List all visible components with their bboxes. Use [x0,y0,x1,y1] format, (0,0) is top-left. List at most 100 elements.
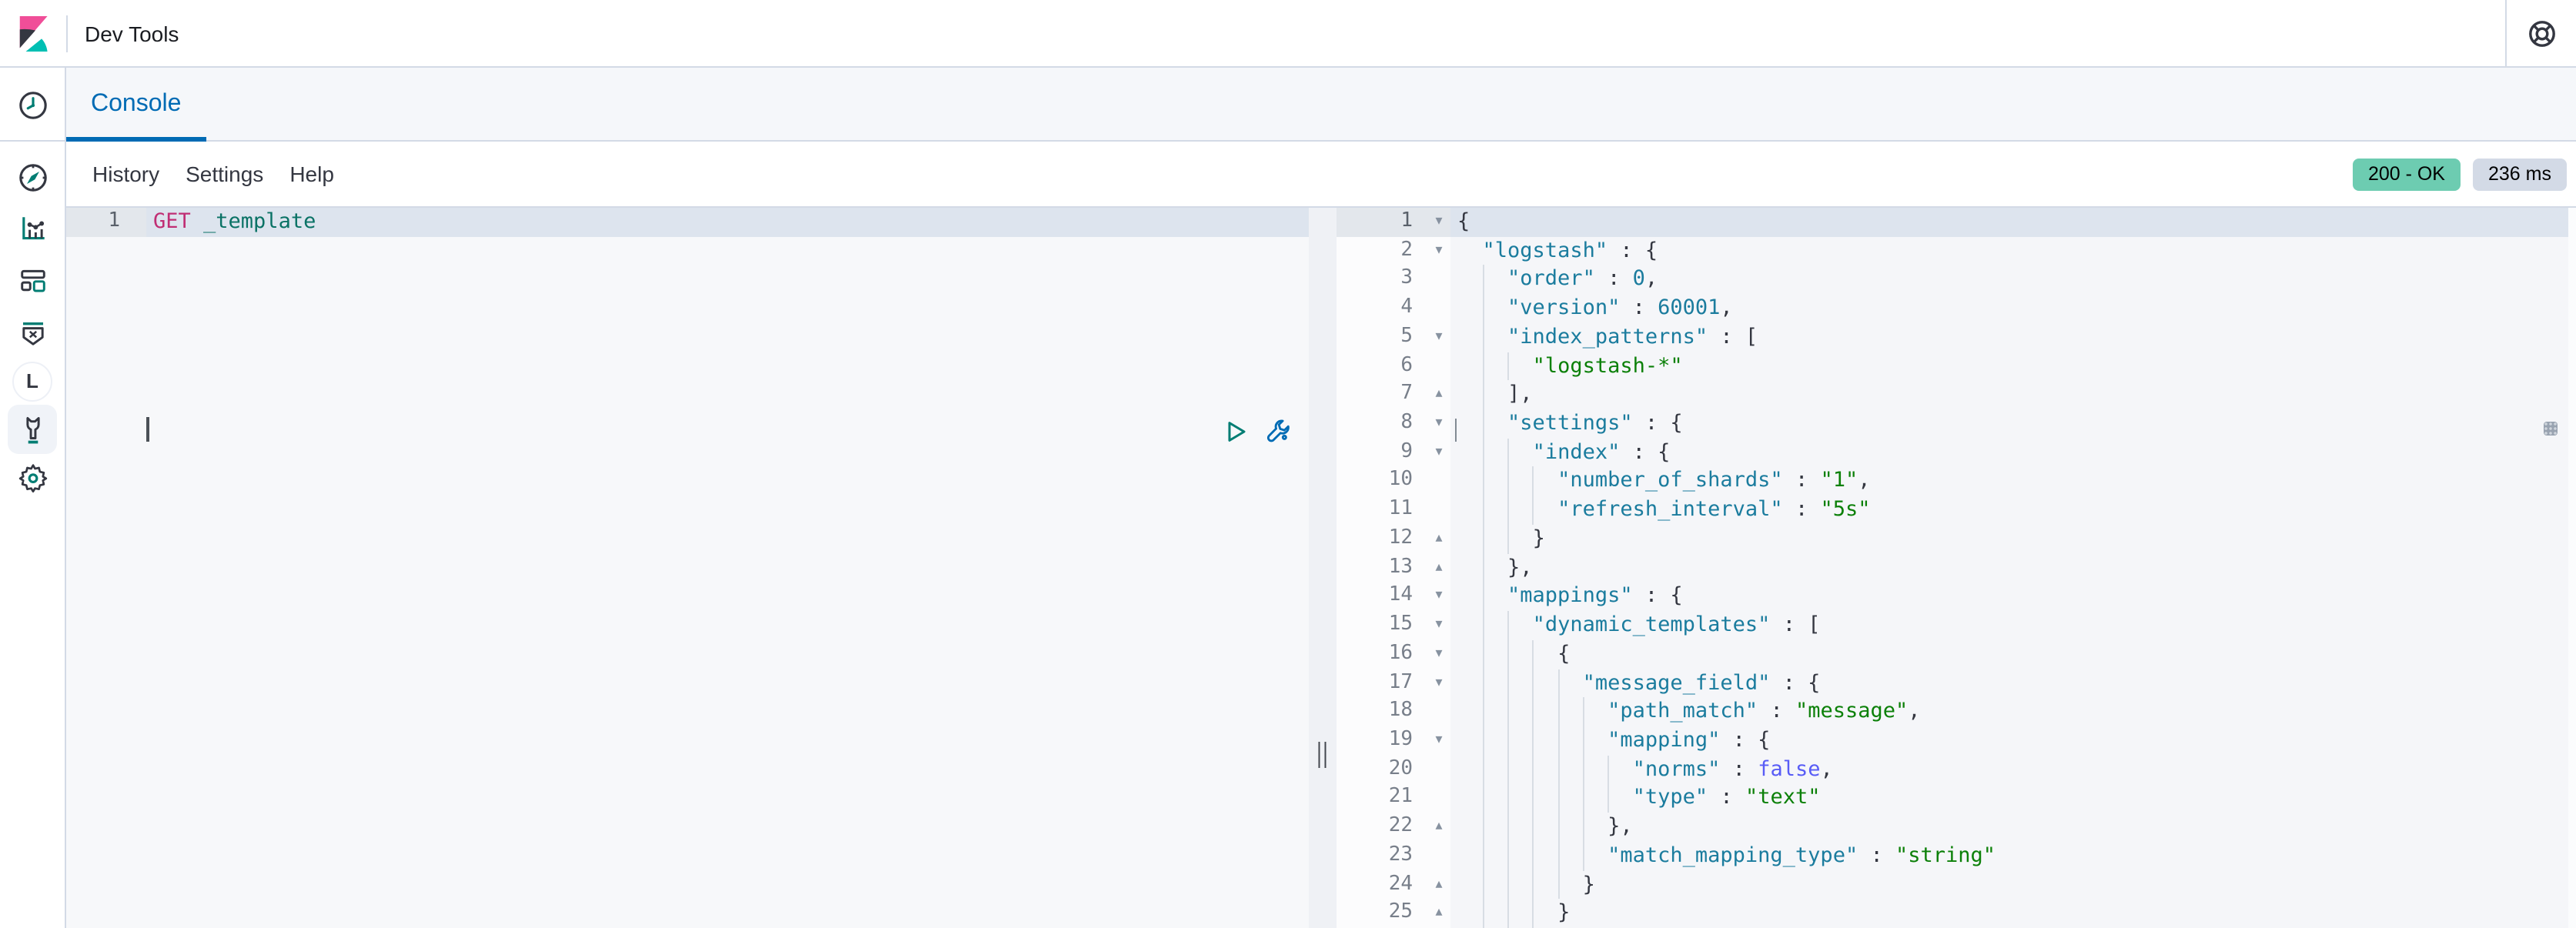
code-content[interactable]: "dynamic_templates" : [ [1450,611,2576,639]
response-line[interactable]: 23 "match_mapping_type" : "string" [1336,842,2576,870]
sidebar-item-visualize[interactable] [0,212,65,245]
response-line[interactable]: 8▾ "settings" : { [1336,409,2576,438]
indent-guide [1483,439,1484,467]
menu-help[interactable]: Help [289,162,334,186]
response-line[interactable]: 10 "number_of_shards" : "1", [1336,467,2576,496]
indent-guide [1607,755,1609,783]
shield-icon [16,319,49,351]
indent-guide [1507,900,1509,928]
code-content[interactable]: { [1450,640,2576,669]
sidebar-item-management[interactable] [0,462,65,494]
code-content[interactable]: { [1450,208,2576,236]
code-content[interactable]: "version" : 60001, [1450,294,2576,322]
menu-history[interactable]: History [92,162,159,186]
response-line[interactable]: 22▴ }, [1336,813,2576,841]
kibana-logo-button[interactable] [0,0,66,67]
code-content[interactable]: "order" : 0, [1450,265,2576,294]
response-line[interactable]: 17▾ "message_field" : { [1336,669,2576,697]
response-line[interactable]: 4 "version" : 60001, [1336,294,2576,322]
fold-open-icon[interactable]: ▾ [1428,323,1450,352]
request-editor[interactable]: 1GET _template [66,208,1309,928]
code-content[interactable]: GET _template [146,208,1309,236]
fold-open-icon[interactable]: ▾ [1428,726,1450,755]
response-line[interactable]: 14▾ "mappings" : { [1336,583,2576,611]
wrench-icon [16,414,49,446]
fold-open-icon[interactable]: ▾ [1428,208,1450,236]
response-viewer[interactable]: 1▾{2▾ "logstash" : {3 "order" : 0,4 "ver… [1336,208,2576,928]
fold-close-icon[interactable]: ▴ [1428,381,1450,409]
code-content[interactable]: "logstash" : { [1450,236,2576,265]
fold-close-icon[interactable]: ▴ [1428,870,1450,899]
fold-open-icon[interactable]: ▾ [1428,439,1450,467]
sidebar-item-devtools-active[interactable] [0,414,65,446]
menu-settings[interactable]: Settings [186,162,263,186]
code-content[interactable]: "logstash-*" [1450,352,2576,380]
response-line[interactable]: 11 "refresh_interval" : "5s" [1336,496,2576,524]
code-content[interactable]: }, [1450,553,2576,582]
fold-close-icon[interactable]: ▴ [1428,900,1450,928]
sidebar-item-shield-app[interactable] [0,319,65,351]
fold-open-icon[interactable]: ▾ [1428,236,1450,265]
code-content[interactable]: "path_match" : "message", [1450,697,2576,726]
response-drag-corner-icon[interactable] [2544,422,2558,436]
fold-close-icon[interactable]: ▴ [1428,525,1450,553]
indent-guide [1507,496,1509,524]
code-content[interactable]: "index_patterns" : [ [1450,323,2576,352]
response-line[interactable]: 18 "path_match" : "message", [1336,697,2576,726]
response-line[interactable]: 9▾ "index" : { [1336,439,2576,467]
sidebar-item-dashboard[interactable] [0,265,65,297]
code-content[interactable]: "index" : { [1450,439,2576,467]
response-line[interactable]: 5▾ "index_patterns" : [ [1336,323,2576,352]
fold-close-icon[interactable]: ▴ [1428,813,1450,841]
response-line[interactable]: 6 "logstash-*" [1336,352,2576,380]
editor-resize-splitter[interactable] [1309,208,1336,928]
code-content[interactable]: "match_mapping_type" : "string" [1450,842,2576,870]
response-line[interactable]: 7▴ ], [1336,381,2576,409]
line-number: 17 [1336,669,1428,697]
response-line[interactable]: 24▴ } [1336,870,2576,899]
code-content[interactable]: }, [1450,813,2576,841]
help-menu-button[interactable] [2505,0,2576,66]
sidebar-item-recent[interactable] [0,89,65,122]
sidebar-item-space-avatar[interactable]: L [0,361,65,401]
response-line[interactable]: 15▾ "dynamic_templates" : [ [1336,611,2576,639]
fold-open-icon[interactable]: ▾ [1428,640,1450,669]
fold-open-icon[interactable]: ▾ [1428,669,1450,697]
code-content[interactable]: "type" : "text" [1450,784,2576,813]
fold-open-icon[interactable]: ▾ [1428,583,1450,611]
response-line[interactable]: 2▾ "logstash" : { [1336,236,2576,265]
response-line[interactable]: 12▴ } [1336,525,2576,553]
code-content[interactable]: } [1450,870,2576,899]
response-line[interactable]: 19▾ "mapping" : { [1336,726,2576,755]
indent-guide [1483,697,1484,726]
response-line[interactable]: 21 "type" : "text" [1336,784,2576,813]
code-content[interactable]: } [1450,900,2576,928]
request-line[interactable]: 1GET _template [66,208,1309,236]
code-content[interactable]: "settings" : { [1450,409,2576,438]
sidebar-item-discover[interactable] [0,162,65,194]
code-content[interactable]: "message_field" : { [1450,669,2576,697]
send-request-play-icon[interactable] [1226,420,1247,443]
indent-guide [1507,755,1509,783]
code-content[interactable]: "number_of_shards" : "1", [1450,467,2576,496]
response-line[interactable]: 1▾{ [1336,208,2576,236]
fold-close-icon[interactable]: ▴ [1428,553,1450,582]
response-scrollbar-track[interactable] [2568,208,2576,928]
code-content[interactable]: "refresh_interval" : "5s" [1450,496,2576,524]
code-content[interactable]: "mappings" : { [1450,583,2576,611]
request-options-wrench-icon[interactable] [1266,419,1292,445]
response-line[interactable]: 25▴ } [1336,900,2576,928]
response-line[interactable]: 16▾ { [1336,640,2576,669]
response-line[interactable]: 20 "norms" : false, [1336,755,2576,783]
code-content[interactable]: } [1450,525,2576,553]
fold-open-icon[interactable]: ▾ [1428,611,1450,639]
fold-open-icon[interactable]: ▾ [1428,409,1450,438]
code-content[interactable]: "mapping" : { [1450,726,2576,755]
splitter-grab-handle[interactable] [1318,742,1326,768]
code-content[interactable]: ], [1450,381,2576,409]
code-content[interactable]: "norms" : false, [1450,755,2576,783]
response-line[interactable]: 13▴ }, [1336,553,2576,582]
indent-guide [1533,813,1534,841]
response-line[interactable]: 3 "order" : 0, [1336,265,2576,294]
tab-console[interactable]: Console [66,68,206,140]
